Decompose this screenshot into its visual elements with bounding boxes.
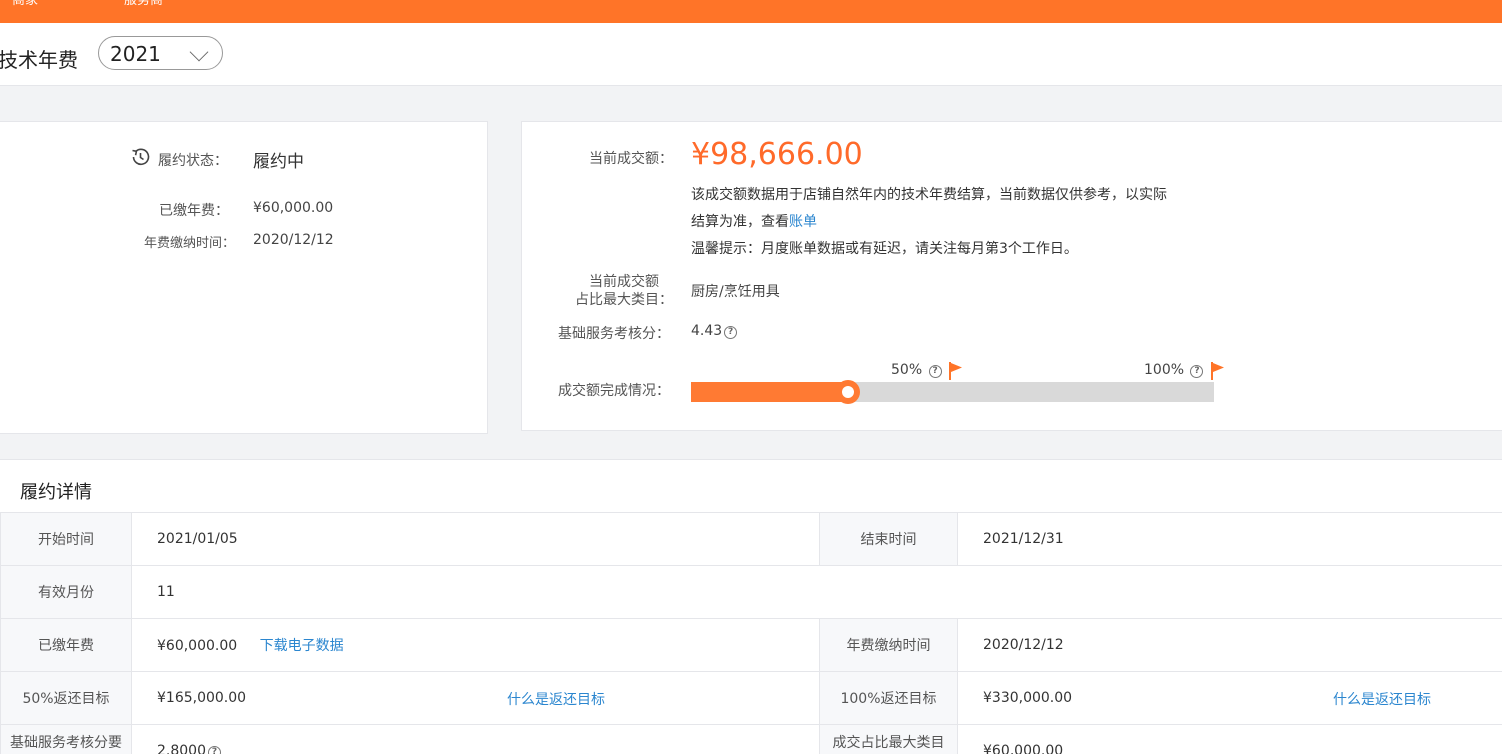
year-select-value: 2021 bbox=[110, 42, 161, 66]
question-circle-icon[interactable]: ? bbox=[208, 746, 221, 754]
service-score-label: 基础服务考核分： bbox=[558, 326, 670, 342]
download-data-link[interactable]: 下载电子数据 bbox=[260, 638, 344, 654]
progress-label: 成交额完成情况： bbox=[558, 383, 670, 399]
pay-time-value: 2020/12/12 bbox=[253, 232, 334, 248]
start-time-label: 开始时间 bbox=[0, 512, 132, 566]
table-row: 50%返还目标 ¥165,000.00 什么是返还目标 100%返还目标 ¥33… bbox=[0, 671, 1502, 725]
gmv-progress-knob bbox=[835, 380, 860, 404]
top-category-value: 厨房/烹饪用具 bbox=[691, 284, 780, 300]
end-time-label: 结束时间 bbox=[819, 512, 958, 566]
top-category-label-line1: 当前成交额 bbox=[589, 274, 659, 290]
top-nav-bar: 商家 服务商 bbox=[0, 0, 1502, 23]
flag-icon bbox=[949, 362, 962, 380]
question-circle-icon[interactable]: ? bbox=[1190, 365, 1204, 378]
target-100-value: ¥330,000.00 bbox=[983, 690, 1073, 706]
pay-time-label: 年费缴纳时间： bbox=[144, 236, 236, 251]
paid-fee-row-label: 已缴年费 bbox=[0, 618, 132, 672]
marker-50-wrap: 50% ? bbox=[891, 362, 942, 378]
table-row: 已缴年费 ¥60,000.00 下载电子数据 年费缴纳时间 2020/12/12 bbox=[0, 618, 1502, 672]
status-card bbox=[0, 121, 488, 434]
nav-tab-merchant[interactable]: 商家 bbox=[12, 0, 38, 8]
start-time-value: 2021/01/05 bbox=[131, 512, 820, 566]
what-is-target-link[interactable]: 什么是返还目标 bbox=[1333, 689, 1431, 709]
score-requirement-cell: 2.8000? bbox=[131, 724, 820, 754]
question-circle-icon[interactable]: ? bbox=[724, 326, 738, 339]
top-category-row-label: 成交占比最大类目 bbox=[819, 724, 958, 754]
chevron-down-icon bbox=[189, 42, 209, 62]
valid-months-label: 有效月份 bbox=[0, 565, 132, 619]
flag-icon bbox=[1211, 362, 1224, 380]
gmv-progress-fill bbox=[691, 382, 848, 402]
score-requirement-label: 基础服务考核分要 bbox=[0, 724, 132, 754]
question-circle-icon[interactable]: ? bbox=[928, 365, 942, 378]
target-50-label: 50%返还目标 bbox=[0, 671, 132, 725]
target-100-cell: ¥330,000.00 什么是返还目标 bbox=[957, 671, 1502, 725]
gmv-progress-bar bbox=[691, 380, 1214, 404]
details-table: 开始时间 2021/01/05 结束时间 2021/12/31 有效月份 11 … bbox=[0, 512, 1502, 754]
nav-tab-service-provider[interactable]: 服务商 bbox=[124, 0, 163, 8]
paid-fee-value: ¥60,000.00 bbox=[253, 200, 334, 216]
marker-50-label: 50% bbox=[891, 362, 923, 378]
target-50-value: ¥165,000.00 bbox=[157, 690, 247, 706]
status-label: 履约状态： bbox=[158, 153, 228, 169]
page-header: 技术年费 2021 bbox=[0, 23, 1502, 86]
paid-fee-row-value: ¥60,000.00 bbox=[157, 638, 238, 654]
valid-months-value: 11 bbox=[131, 565, 1502, 619]
history-clock-icon bbox=[132, 148, 150, 166]
gmv-description-text: 结算为准，查看 bbox=[691, 214, 789, 230]
marker-100-wrap: 100% ? bbox=[1144, 362, 1204, 378]
paid-fee-row-cell: ¥60,000.00 下载电子数据 bbox=[131, 618, 820, 672]
target-50-cell: ¥165,000.00 什么是返还目标 bbox=[131, 671, 820, 725]
status-value: 履约中 bbox=[253, 152, 304, 172]
what-is-target-link[interactable]: 什么是返还目标 bbox=[507, 689, 605, 709]
paid-fee-label: 已缴年费： bbox=[159, 203, 229, 219]
details-title: 履约详情 bbox=[20, 482, 92, 503]
service-score-value: 4.43 bbox=[691, 323, 723, 339]
pay-time-row-label: 年费缴纳时间 bbox=[819, 618, 958, 672]
bill-link[interactable]: 账单 bbox=[789, 214, 817, 230]
year-select[interactable]: 2021 bbox=[98, 36, 223, 70]
table-row: 基础服务考核分要 2.8000? 成交占比最大类目 ¥60,000.00 bbox=[0, 724, 1502, 754]
marker-100-label: 100% bbox=[1144, 362, 1185, 378]
fulfillment-details: 履约详情 开始时间 2021/01/05 结束时间 2021/12/31 有效月… bbox=[0, 459, 1502, 754]
top-category-row-value: ¥60,000.00 bbox=[957, 724, 1502, 754]
delay-tip: 温馨提示：月度账单数据或有延迟，请关注每月第3个工作日。 bbox=[691, 241, 1078, 257]
gmv-label: 当前成交额： bbox=[589, 151, 673, 167]
table-row: 开始时间 2021/01/05 结束时间 2021/12/31 bbox=[0, 512, 1502, 566]
gmv-description-line2: 结算为准，查看账单 bbox=[691, 211, 817, 231]
table-row: 有效月份 11 bbox=[0, 565, 1502, 619]
end-time-value: 2021/12/31 bbox=[957, 512, 1502, 566]
top-category-label-line2: 占比最大类目： bbox=[575, 292, 673, 308]
service-score-value-wrap: 4.43? bbox=[691, 323, 738, 339]
pay-time-row-value: 2020/12/12 bbox=[957, 618, 1502, 672]
gmv-description-line1: 该成交额数据用于店铺自然年内的技术年费结算，当前数据仅供参考，以实际 bbox=[691, 187, 1167, 203]
score-requirement-value: 2.8000 bbox=[157, 743, 206, 754]
target-100-label: 100%返还目标 bbox=[819, 671, 958, 725]
gmv-value: ¥98,666.00 bbox=[691, 137, 863, 172]
page-title: 技术年费 bbox=[0, 48, 78, 72]
